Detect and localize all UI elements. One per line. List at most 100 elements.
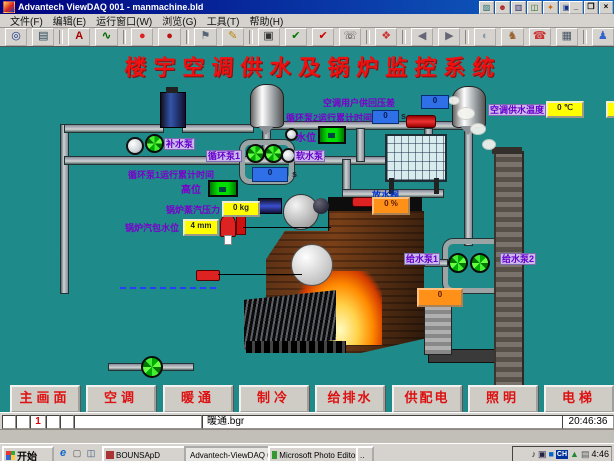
check-red-icon[interactable]: ✔ [312, 28, 334, 46]
camera-icon[interactable]: ▣ [258, 28, 280, 46]
feed-pump1-label: 给水泵1 [404, 253, 440, 265]
channels-icon[interactable]: ◫ [84, 447, 98, 459]
pipe [64, 124, 164, 133]
taskbar-more-button[interactable]: .. [356, 446, 374, 461]
arrow-left-icon[interactable]: ◀ [411, 28, 433, 46]
ie-icon[interactable]: e [56, 447, 70, 459]
pump2-runtime-label: 循环泵2运行累计时间 [286, 111, 372, 124]
drain-valve-icon[interactable] [352, 197, 374, 207]
run-ball-icon[interactable]: ● [131, 28, 153, 46]
titlebar-tray-icon[interactable]: ☻ [495, 1, 510, 14]
menu-file[interactable]: 文件(F) [10, 13, 43, 28]
phone-icon[interactable]: ☎ [529, 28, 551, 46]
titlebar-tray: ▨ ☻ ▥ ◫ ✦ ▣ [479, 1, 574, 14]
assistant-icon[interactable]: ♞ [501, 28, 523, 46]
chimney-cap [492, 147, 522, 154]
taskbar-task-bounsapd[interactable]: BOUNSApD [102, 446, 186, 461]
titlebar-tray-icon[interactable]: ▨ [479, 1, 494, 14]
trend-chart-icon[interactable]: ∿ [95, 28, 117, 46]
high-level-indicator [208, 180, 238, 197]
ime-indicator[interactable]: CH [556, 450, 568, 459]
menu-tools[interactable]: 工具(T) [207, 13, 240, 28]
dial-icon[interactable]: ☏ [339, 28, 361, 46]
search-icon[interactable]: ◎ [5, 28, 27, 46]
arrow-right-icon[interactable]: ▶ [438, 28, 460, 46]
updates-icon[interactable]: ▲ [570, 449, 579, 459]
close-button[interactable]: × [599, 1, 613, 14]
user-icon[interactable]: ♟ [592, 28, 614, 46]
status-file-name: 暖通.bgr [202, 415, 566, 429]
start-label: 开始 [17, 448, 37, 461]
chimney [494, 151, 524, 397]
flag-icon[interactable]: ⚑ [194, 28, 216, 46]
maximize-button[interactable]: ❐ [584, 1, 598, 14]
feed-pump1-fan[interactable] [448, 253, 468, 273]
menu-edit[interactable]: 编辑(E) [53, 13, 86, 28]
titlebar-tray-icon[interactable]: ◫ [527, 1, 542, 14]
menu-bar: 文件(F) 编辑(E) 运行窗口(W) 浏览(G) 工具(T) 帮助(H) [0, 14, 614, 28]
tray-clock[interactable]: 4:46 [591, 449, 609, 459]
network-icon[interactable]: ▤ [581, 449, 590, 459]
screen: Advantech ViewDAQ 001 - manmachine.bld ▨… [0, 0, 614, 461]
makeup-pump-label: 补水泵 [164, 138, 195, 150]
tray-app-icon-2[interactable]: ■ [548, 449, 553, 459]
titlebar-tray-icon[interactable]: ▥ [511, 1, 526, 14]
minimize-button[interactable]: _ [569, 1, 583, 14]
circ-pump1-label: 循环泵1 [206, 150, 242, 162]
tank-cap [166, 87, 178, 93]
nav-hvac-button[interactable]: 空调 [86, 385, 156, 413]
start-button[interactable]: 开始 [2, 446, 54, 461]
toolbar: ◎ ▤ A ∿ ● ● ⚑ ✎ ▣ ✔ ✔ ☏ ❖ ◀ ▶ ◐ ♞ ☎ ▦ ♟ [0, 28, 614, 47]
valve-dome [313, 198, 329, 214]
globe-icon[interactable]: ◐ [474, 28, 496, 46]
taskbar-task-photo-editor[interactable]: Microsoft Photo Editor [268, 446, 360, 461]
status-clock: 20:46:36 [562, 415, 614, 429]
taskbar-task-viewdaq[interactable]: Advantech-ViewDAQ 001. [184, 446, 270, 461]
nav-drainage-button[interactable]: 给排水 [315, 385, 385, 413]
nav-lighting-button[interactable]: 照明 [468, 385, 538, 413]
smoke-puff [448, 96, 460, 105]
nav-power-button[interactable]: 供配电 [392, 385, 462, 413]
system-tray: ♪ ▣ ■ CH ▲ ▤ 4:46 [512, 446, 612, 461]
tray-app-icon[interactable]: ▣ [538, 449, 547, 459]
igniter-line [243, 227, 331, 228]
alarm-log-icon[interactable]: A [68, 28, 90, 46]
windows-logo-icon [6, 451, 15, 460]
feed-flow-value: 0 [417, 288, 463, 307]
pressure-diff-value: 0 [421, 95, 449, 109]
status-field [74, 415, 202, 429]
menu-run-window[interactable]: 运行窗口(W) [96, 13, 152, 28]
nav-elevator-button[interactable]: 电梯 [544, 385, 614, 413]
nav-heating-button[interactable]: 暖通 [163, 385, 233, 413]
titlebar-tray-icon[interactable]: ✦ [543, 1, 558, 14]
stop-ball-icon[interactable]: ● [158, 28, 180, 46]
water-level-indicator [318, 126, 346, 144]
nav-cooling-button[interactable]: 制冷 [239, 385, 309, 413]
menu-help[interactable]: 帮助(H) [249, 13, 283, 28]
window-title: Advantech ViewDAQ 001 - manmachine.bld [18, 2, 203, 12]
circ-pump1-fan[interactable] [246, 144, 265, 163]
pressure-diff-label: 空调用户供回压差 [323, 96, 395, 109]
feed-pump2-fan[interactable] [470, 253, 490, 273]
edit-pen-icon[interactable]: ✎ [222, 28, 244, 46]
igniter-torch-2 [196, 270, 220, 281]
status-cell [60, 415, 74, 429]
pump1-runtime-label: 循环泵1运行累计时间 [128, 168, 214, 181]
motor-blue [258, 198, 282, 214]
boiler-grate [246, 341, 346, 353]
valve-red[interactable] [406, 115, 436, 128]
heat-exchanger [385, 134, 447, 182]
film-icon[interactable]: ▦ [556, 28, 578, 46]
edge-value-box [606, 101, 614, 118]
blower-fan[interactable] [141, 356, 163, 378]
pump1-runtime-unit: s [292, 169, 297, 179]
volume-icon[interactable]: ♪ [531, 449, 536, 459]
menu-browse[interactable]: 浏览(G) [162, 13, 196, 28]
makeup-pump-fan[interactable] [145, 134, 164, 153]
control-panel-icon[interactable]: ▤ [32, 28, 54, 46]
nav-main-button[interactable]: 主画面 [10, 385, 80, 413]
palette-icon[interactable]: ❖ [375, 28, 397, 46]
check-green-icon[interactable]: ✔ [285, 28, 307, 46]
desktop-icon[interactable]: ▢ [70, 447, 84, 459]
title-bar: Advantech ViewDAQ 001 - manmachine.bld ▨… [0, 0, 614, 14]
